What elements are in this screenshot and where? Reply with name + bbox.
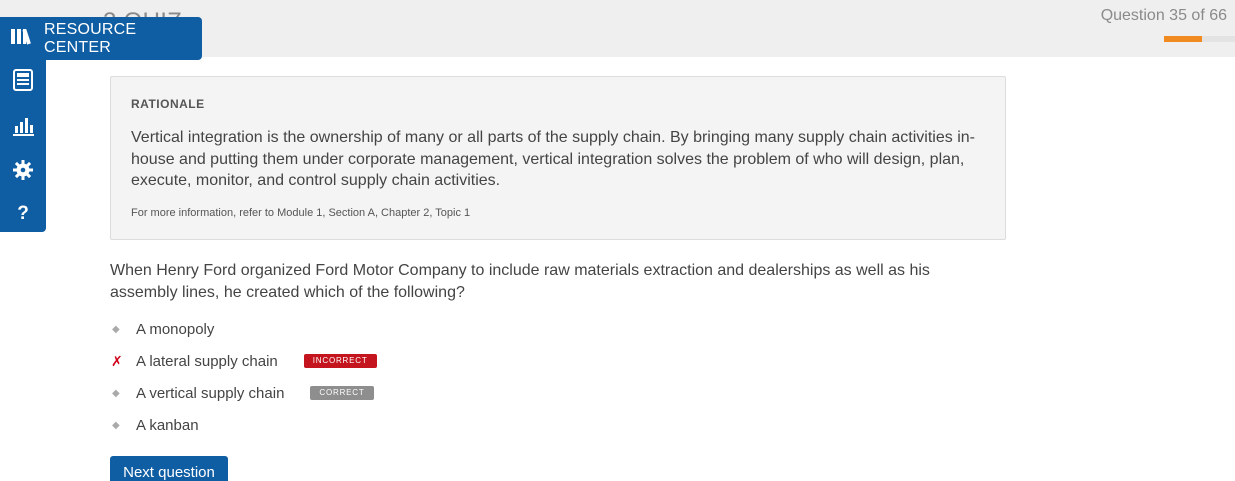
- correct-badge: CORRECT: [310, 386, 374, 400]
- next-question-button[interactable]: Next question: [110, 456, 228, 481]
- diamond-bullet-icon: ◆: [112, 387, 120, 399]
- incorrect-badge: INCORRECT: [303, 354, 377, 368]
- wrong-x-icon: ✗: [111, 352, 123, 369]
- question-counter: Question 35 of 66: [1100, 7, 1227, 24]
- rationale-reference: For more information, refer to Module 1,…: [131, 207, 471, 219]
- rationale-heading: RATIONALE: [131, 97, 205, 111]
- rationale-body: Vertical integration is the ownership of…: [131, 129, 975, 189]
- help-icon: ?: [17, 203, 29, 224]
- gear-icon: [12, 159, 34, 186]
- diamond-bullet-icon: ◆: [112, 323, 120, 335]
- notes-button[interactable]: [0, 66, 46, 98]
- library-books-icon: [10, 26, 34, 51]
- question-text: When Henry Ford organized Ford Motor Com…: [110, 262, 930, 301]
- resource-center-label: RESOURCE CENTER: [44, 20, 137, 56]
- answer-text: A kanban: [136, 416, 199, 434]
- diamond-bullet-icon: ◆: [112, 419, 120, 431]
- answer-option-selected: ✗ A lateral supply chain INCORRECT: [110, 350, 377, 372]
- settings-button[interactable]: [0, 156, 46, 188]
- answer-option: ◆ A monopoly: [110, 318, 214, 340]
- bar-chart-icon: [12, 116, 34, 141]
- rationale-panel: RATIONALE Vertical integration is the ow…: [110, 76, 1006, 240]
- quiz-progress-bar: [1164, 36, 1235, 42]
- resource-center-sidebar: ?: [0, 57, 46, 232]
- answer-text: A monopoly: [136, 320, 215, 338]
- answer-text: A vertical supply chain: [136, 384, 285, 402]
- quiz-progress-fill: [1164, 36, 1202, 42]
- resource-center-button[interactable]: RESOURCE CENTER: [0, 17, 202, 60]
- performance-button[interactable]: [0, 112, 46, 144]
- help-button[interactable]: ?: [0, 198, 46, 230]
- answer-option-correct: ◆ A vertical supply chain CORRECT: [110, 382, 374, 404]
- answer-option: ◆ A kanban: [110, 414, 199, 436]
- notebook-icon: [12, 68, 34, 97]
- answer-text: A lateral supply chain: [136, 352, 278, 370]
